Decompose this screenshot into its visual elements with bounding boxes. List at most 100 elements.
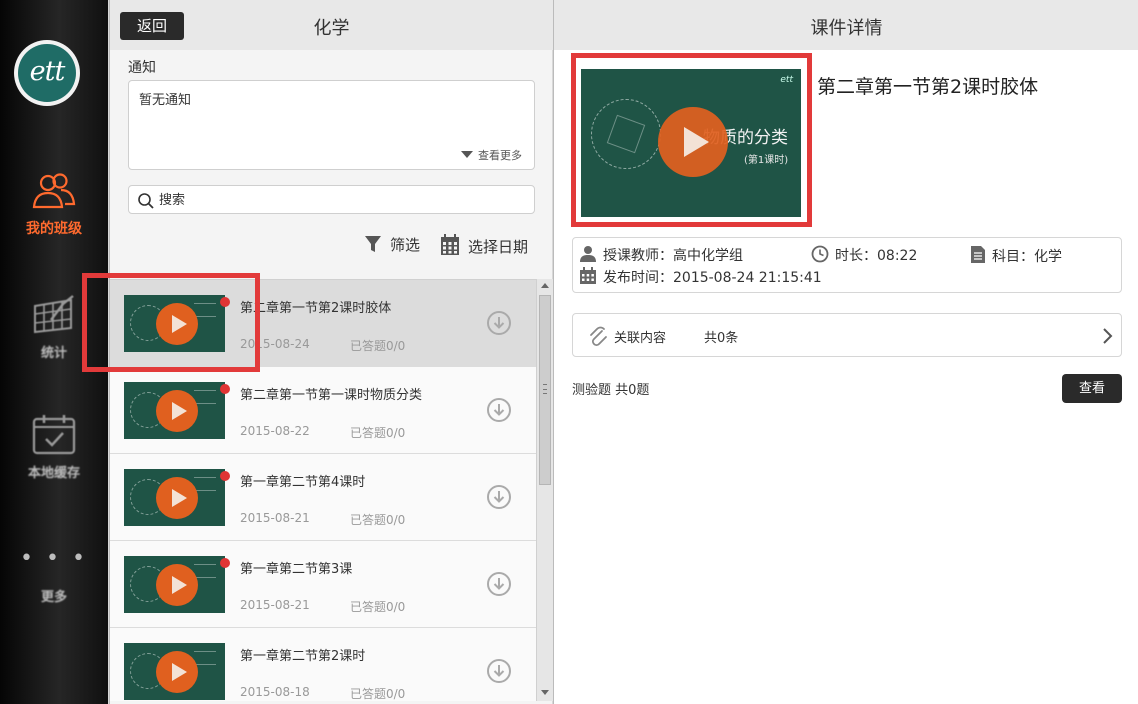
- nav-item-my-class[interactable]: 我的班级: [0, 172, 108, 238]
- quiz-count-label: 测验题 共0题: [572, 383, 650, 398]
- related-content-label: 关联内容: [614, 331, 667, 346]
- see-more-link[interactable]: 查看更多: [461, 147, 522, 163]
- lesson-row[interactable]: 第二章第一节第2课时胶体 2015-08-24 已答题0/0: [110, 280, 536, 367]
- thumb-subtitle: (第1课时): [744, 155, 789, 166]
- play-icon[interactable]: [156, 477, 198, 519]
- unread-dot: [220, 297, 230, 307]
- chevron-right-icon: [1103, 328, 1113, 344]
- detail-title: 课件详情: [810, 18, 883, 39]
- lesson-row[interactable]: 第一章第二节第2课时 2015-08-18 已答题0/0: [110, 628, 536, 701]
- lesson-title: 第二章第一节第2课时胶体: [240, 301, 392, 316]
- list-scrollbar[interactable]: [536, 279, 553, 701]
- courseware-detail-panel: 课件详情 ett 物质的分类 (第1课时) 第二章第一节第2课时胶体 授课教师：…: [553, 0, 1138, 704]
- scroll-thumb[interactable]: [539, 295, 551, 485]
- panel-header: 课件详情: [554, 0, 1138, 50]
- course-info-box: 授课教师：高中化学组 时长：08:22 科目：化学 发布时间：2015-08-2…: [572, 237, 1122, 293]
- teacher-info: 授课教师：高中化学组: [579, 245, 743, 265]
- play-icon[interactable]: [658, 107, 728, 177]
- nav-item-local-cache[interactable]: 本地缓存: [0, 412, 108, 481]
- subject-text: 科目：化学: [992, 249, 1062, 265]
- grip-icon: [543, 384, 547, 394]
- play-icon[interactable]: [156, 390, 198, 432]
- nav-item-stats[interactable]: 统计: [0, 292, 108, 361]
- nav-item-more[interactable]: • • • 更多: [0, 546, 108, 606]
- nav-item-label: 我的班级: [26, 221, 82, 237]
- answer-status: 已答题0/0: [350, 339, 406, 353]
- lesson-list: 第二章第一节第2课时胶体 2015-08-24 已答题0/0 第二章第一节第一课…: [110, 279, 536, 701]
- lesson-row[interactable]: 第一章第二节第4课时 2015-08-21 已答题0/0: [110, 454, 536, 541]
- publish-time-text: 发布时间：2015-08-24 21:15:41: [603, 270, 822, 286]
- lesson-date: 2015-08-21: [240, 598, 310, 612]
- search-input[interactable]: [159, 190, 519, 210]
- people-icon: [32, 173, 76, 209]
- unread-dot: [220, 384, 230, 394]
- lesson-title: 第一章第二节第3课: [240, 562, 353, 577]
- calendar-icon: [580, 267, 596, 284]
- lesson-title: 第二章第一节第一课时物质分类: [240, 388, 423, 403]
- notice-box: 暂无通知 查看更多: [128, 80, 535, 170]
- funnel-icon: [365, 236, 381, 252]
- view-button[interactable]: 查看: [1062, 374, 1122, 403]
- related-content-row[interactable]: 关联内容 共0条: [572, 313, 1122, 357]
- play-icon[interactable]: [156, 564, 198, 606]
- nav-item-label: 本地缓存: [27, 466, 80, 481]
- back-button[interactable]: 返回: [120, 12, 184, 40]
- nav-item-label: 更多: [40, 590, 67, 605]
- lesson-row[interactable]: 第一章第二节第3课 2015-08-21 已答题0/0: [110, 541, 536, 628]
- unread-dot: [220, 558, 230, 568]
- lesson-title: 第一章第二节第4课时: [240, 475, 366, 490]
- filter-label: 筛选: [390, 236, 421, 254]
- select-date-button[interactable]: 选择日期: [440, 234, 528, 257]
- chart-icon: [34, 295, 74, 334]
- download-icon[interactable]: [486, 397, 512, 423]
- lesson-title: 第一章第二节第2课时: [240, 649, 366, 664]
- see-more-label: 查看更多: [478, 149, 522, 162]
- scroll-up-arrow-icon[interactable]: [541, 283, 549, 288]
- answer-status: 已答题0/0: [350, 513, 406, 527]
- courseware-video-thumbnail[interactable]: ett 物质的分类 (第1课时): [581, 69, 801, 217]
- download-icon[interactable]: [486, 658, 512, 684]
- download-icon[interactable]: [486, 484, 512, 510]
- app-logo: ett: [14, 40, 80, 106]
- more-dots-icon: • • •: [20, 546, 88, 571]
- search-box: [128, 185, 535, 214]
- lesson-thumbnail[interactable]: [124, 295, 225, 352]
- calendar-icon: [441, 234, 459, 255]
- teacher-text: 授课教师：高中化学组: [603, 248, 743, 264]
- filter-button[interactable]: 筛选: [364, 234, 420, 255]
- unread-dot: [220, 471, 230, 481]
- clock-icon: [811, 245, 829, 263]
- lesson-date: 2015-08-18: [240, 685, 310, 699]
- answer-status: 已答题0/0: [350, 426, 406, 440]
- download-icon[interactable]: [486, 571, 512, 597]
- calendar-check-icon: [32, 415, 76, 455]
- lesson-thumbnail[interactable]: [124, 469, 225, 526]
- play-icon[interactable]: [156, 651, 198, 693]
- side-nav: ett 我的班级 统计 本地缓存 • • • 更多: [0, 0, 108, 704]
- lesson-thumbnail[interactable]: [124, 556, 225, 613]
- duration-info: 时长：08:22: [811, 245, 917, 265]
- thumb-logo: ett: [780, 75, 793, 85]
- triangle-down-icon: [461, 151, 473, 158]
- duration-text: 时长：08:22: [835, 248, 918, 264]
- publish-time-info: 发布时间：2015-08-24 21:15:41: [579, 267, 822, 287]
- lesson-date: 2015-08-22: [240, 424, 310, 438]
- lesson-list-panel: 返回 化学 通知 暂无通知 查看更多 筛选 选择日期: [109, 0, 553, 704]
- lesson-row[interactable]: 第二章第一节第一课时物质分类 2015-08-22 已答题0/0: [110, 367, 536, 454]
- download-icon[interactable]: [486, 310, 512, 336]
- play-icon[interactable]: [156, 303, 198, 345]
- answer-status: 已答题0/0: [350, 600, 406, 614]
- lesson-date: 2015-08-21: [240, 511, 310, 525]
- answer-status: 已答题0/0: [350, 687, 406, 701]
- lesson-thumbnail[interactable]: [124, 382, 225, 439]
- scroll-down-arrow-icon[interactable]: [541, 690, 549, 695]
- course-title: 第二章第一节第2课时胶体: [817, 76, 1039, 98]
- paperclip-icon: [590, 326, 607, 347]
- notice-label: 通知: [128, 60, 156, 76]
- lesson-date: 2015-08-24: [240, 337, 310, 351]
- lesson-thumbnail[interactable]: [124, 643, 225, 700]
- nav-item-label: 统计: [40, 346, 67, 361]
- document-icon: [971, 246, 985, 263]
- person-icon: [580, 246, 596, 262]
- select-date-label: 选择日期: [468, 238, 529, 256]
